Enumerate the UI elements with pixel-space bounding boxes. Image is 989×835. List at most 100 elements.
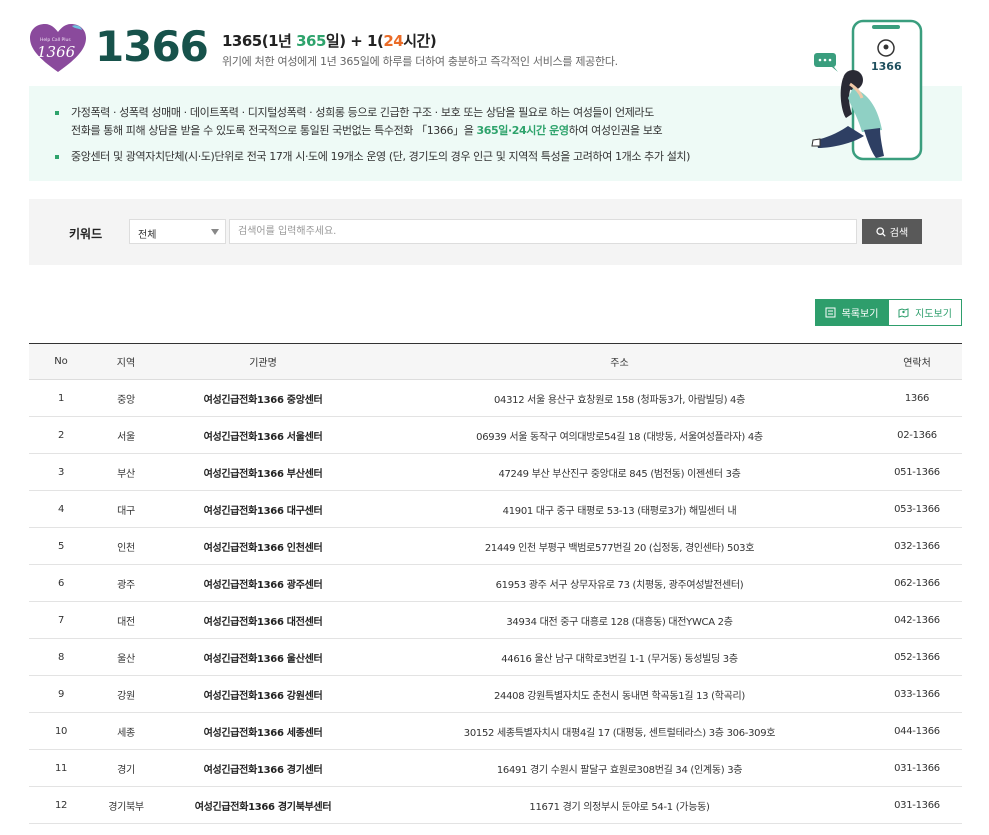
cell-address: 24408 강원특별자치도 춘천시 동내면 학곡동1길 13 (학곡리) bbox=[367, 675, 872, 713]
cell-name: 여성긴급전화1366 강원센터 bbox=[159, 675, 367, 713]
cell-address: 06939 서울 동작구 여의대방로54길 18 (대방동, 서울여성플라자) … bbox=[367, 416, 872, 454]
table-row[interactable]: 5 인천 여성긴급전화1366 인천센터 21449 인천 부평구 백범로577번길 … bbox=[29, 527, 962, 565]
table-header-row: No 지역 기관명 주소 연락처 bbox=[29, 343, 962, 380]
cell-no: 8 bbox=[29, 638, 93, 676]
cell-contact: 1366 bbox=[872, 379, 962, 417]
cell-region: 부산 bbox=[93, 453, 159, 491]
table-row[interactable]: 1 중앙 여성긴급전화1366 중앙센터 04312 서울 용산구 효창원로 158 … bbox=[29, 379, 962, 417]
logo: Help Call Plus 1366 bbox=[28, 22, 88, 74]
table-row[interactable]: 9 강원 여성긴급전화1366 강원센터 24408 강원특별자치도 춘천시 동내면 … bbox=[29, 675, 962, 713]
cell-contact: 051-1366 bbox=[872, 453, 962, 491]
map-icon bbox=[898, 308, 909, 318]
search-scope-select[interactable]: 전체 bbox=[129, 219, 226, 244]
cell-address: 47249 부산 부산진구 중앙대로 845 (범전동) 이젠센터 3층 bbox=[367, 453, 872, 491]
cell-region: 인천 bbox=[93, 527, 159, 565]
col-address-header: 주소 bbox=[367, 343, 872, 380]
phone-illustration: 1366 bbox=[808, 18, 928, 163]
cell-contact: 032-1366 bbox=[872, 527, 962, 565]
cell-contact: 053-1366 bbox=[872, 490, 962, 528]
cell-region: 광주 bbox=[93, 564, 159, 602]
cell-name: 여성긴급전화1366 경기북부센터 bbox=[159, 786, 367, 824]
cell-region: 대전 bbox=[93, 601, 159, 639]
cell-address: 16491 경기 수원시 팔달구 효원로308번길 34 (인계동) 3층 bbox=[367, 749, 872, 787]
cell-contact: 044-1366 bbox=[872, 712, 962, 750]
list-view-label: 목록보기 bbox=[841, 309, 879, 320]
cell-region: 중앙 bbox=[93, 379, 159, 417]
search-icon bbox=[876, 226, 886, 237]
cell-no: 11 bbox=[29, 749, 93, 787]
cell-address: 11671 경기 의정부시 둔야로 54-1 (가능동) bbox=[367, 786, 872, 824]
cell-name: 여성긴급전화1366 인천센터 bbox=[159, 527, 367, 565]
col-region-header: 지역 bbox=[93, 343, 159, 380]
cell-no: 9 bbox=[29, 675, 93, 713]
service-number: 1366 bbox=[95, 22, 209, 71]
cell-address: 21449 인천 부평구 백범로577번길 20 (십정동, 경인센타) 503… bbox=[367, 527, 872, 565]
cell-no: 1 bbox=[29, 379, 93, 417]
cell-region: 강원 bbox=[93, 675, 159, 713]
cell-no: 12 bbox=[29, 786, 93, 824]
cell-no: 3 bbox=[29, 453, 93, 491]
cell-address: 30152 세종특별자치시 대평4길 17 (대평동, 센트럴테라스) 3층 3… bbox=[367, 712, 872, 750]
search-input[interactable] bbox=[229, 219, 857, 244]
table-row[interactable]: 11 경기 여성긴급전화1366 경기센터 16491 경기 수원시 팔달구 효원로3… bbox=[29, 749, 962, 787]
cell-region: 세종 bbox=[93, 712, 159, 750]
cell-name: 여성긴급전화1366 울산센터 bbox=[159, 638, 367, 676]
cell-contact: 033-1366 bbox=[872, 675, 962, 713]
cell-name: 여성긴급전화1366 중앙센터 bbox=[159, 379, 367, 417]
svg-text:1366: 1366 bbox=[37, 43, 76, 61]
cell-contact: 031-1366 bbox=[872, 786, 962, 824]
cell-contact: 031-1366 bbox=[872, 749, 962, 787]
cell-contact: 02-1366 bbox=[872, 416, 962, 454]
table-row[interactable]: 4 대구 여성긴급전화1366 대구센터 41901 대구 중구 태평로 53-13 … bbox=[29, 490, 962, 528]
center-table: No 지역 기관명 주소 연락처 1 중앙 여성긴급전화1366 중앙센터 04312… bbox=[29, 343, 962, 824]
search-button-label: 검색 bbox=[889, 228, 909, 239]
cell-name: 여성긴급전화1366 서울센터 bbox=[159, 416, 367, 454]
cell-address: 44616 울산 남구 대학로3번길 1-1 (무거동) 동성빌딩 3층 bbox=[367, 638, 872, 676]
table-row[interactable]: 8 울산 여성긴급전화1366 울산센터 44616 울산 남구 대학로3번길 1-1… bbox=[29, 638, 962, 676]
table-row[interactable]: 12 경기북부 여성긴급전화1366 경기북부센터 11671 경기 의정부시 둔야로… bbox=[29, 786, 962, 824]
cell-address: 41901 대구 중구 태평로 53-13 (태평로3가) 해밀센터 내 bbox=[367, 490, 872, 528]
table-row[interactable]: 6 광주 여성긴급전화1366 광주센터 61953 광주 서구 상무자유로 73 (… bbox=[29, 564, 962, 602]
cell-no: 5 bbox=[29, 527, 93, 565]
col-no-header: No bbox=[29, 343, 93, 380]
cell-no: 6 bbox=[29, 564, 93, 602]
cell-name: 여성긴급전화1366 광주센터 bbox=[159, 564, 367, 602]
cell-contact: 052-1366 bbox=[872, 638, 962, 676]
list-view-button[interactable]: 목록보기 bbox=[815, 299, 888, 326]
table-row[interactable]: 3 부산 여성긴급전화1366 부산센터 47249 부산 부산진구 중앙대로 845… bbox=[29, 453, 962, 491]
cell-no: 10 bbox=[29, 712, 93, 750]
cell-name: 여성긴급전화1366 대전센터 bbox=[159, 601, 367, 639]
chevron-down-icon bbox=[211, 229, 219, 235]
cell-region: 서울 bbox=[93, 416, 159, 454]
cell-region: 경기북부 bbox=[93, 786, 159, 824]
table-row[interactable]: 10 세종 여성긴급전화1366 세종센터 30152 세종특별자치시 대평4길 17… bbox=[29, 712, 962, 750]
subline: 위기에 처한 여성에게 1년 365일에 하루를 더하여 충분하고 즉각적인 서… bbox=[222, 55, 618, 68]
cell-address: 04312 서울 용산구 효창원로 158 (청파동3가, 아람빌딩) 4층 bbox=[367, 379, 872, 417]
woman-phone-icon: 1366 bbox=[811, 19, 923, 161]
cell-no: 7 bbox=[29, 601, 93, 639]
keyword-label: 키워드 bbox=[69, 227, 103, 241]
svg-text:1366: 1366 bbox=[871, 60, 902, 73]
map-view-button[interactable]: 지도보기 bbox=[888, 299, 962, 326]
cell-address: 34934 대전 중구 대흥로 128 (대흥동) 대전YWCA 2층 bbox=[367, 601, 872, 639]
cell-no: 2 bbox=[29, 416, 93, 454]
cell-no: 4 bbox=[29, 490, 93, 528]
info-item: 가정폭력 · 성폭력 성매매 · 데이트폭력 · 디지털성폭력 · 성희롱 등으… bbox=[55, 104, 690, 140]
cell-contact: 042-1366 bbox=[872, 601, 962, 639]
cell-name: 여성긴급전화1366 대구센터 bbox=[159, 490, 367, 528]
cell-name: 여성긴급전화1366 경기센터 bbox=[159, 749, 367, 787]
heart-logo-icon: Help Call Plus 1366 bbox=[30, 24, 86, 72]
list-icon bbox=[825, 307, 836, 318]
search-button[interactable]: 검색 bbox=[862, 219, 922, 244]
cell-name: 여성긴급전화1366 부산센터 bbox=[159, 453, 367, 491]
search-panel: 키워드 전체 검색 bbox=[29, 199, 962, 265]
select-value: 전체 bbox=[138, 230, 157, 241]
col-contact-header: 연락처 bbox=[872, 343, 962, 380]
cell-region: 울산 bbox=[93, 638, 159, 676]
table-row[interactable]: 2 서울 여성긴급전화1366 서울센터 06939 서울 동작구 여의대방로54길 … bbox=[29, 416, 962, 454]
map-view-label: 지도보기 bbox=[915, 309, 952, 320]
headline: 1365(1년 365일) + 1(24시간) bbox=[222, 32, 437, 50]
cell-region: 경기 bbox=[93, 749, 159, 787]
table-row[interactable]: 7 대전 여성긴급전화1366 대전센터 34934 대전 중구 대흥로 128 (대… bbox=[29, 601, 962, 639]
cell-region: 대구 bbox=[93, 490, 159, 528]
